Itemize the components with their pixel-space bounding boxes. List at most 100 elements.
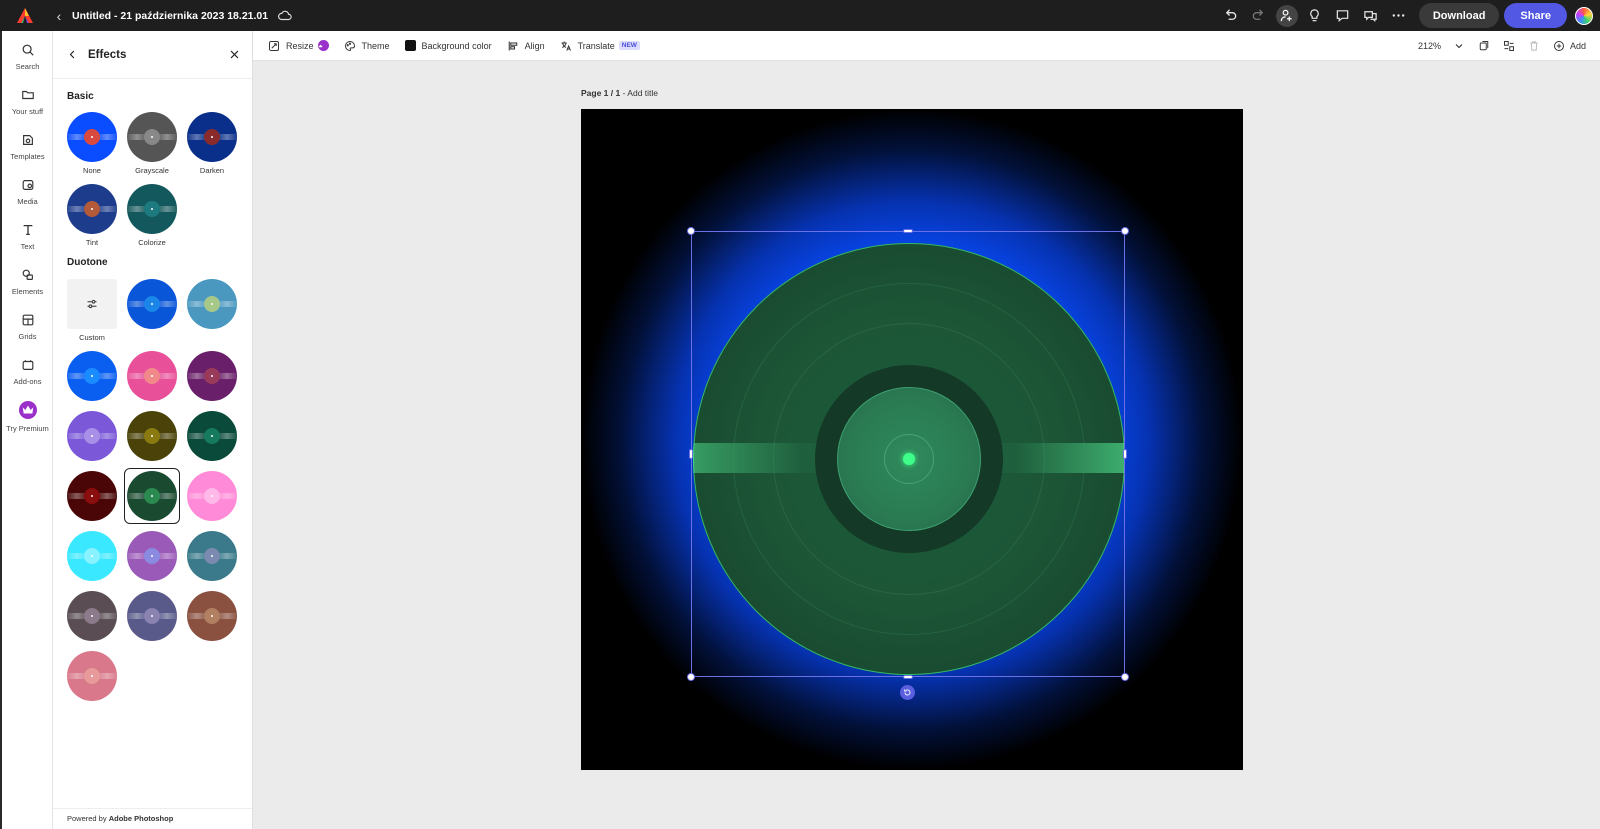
redo-icon[interactable] bbox=[1245, 0, 1273, 31]
resize-icon bbox=[269, 40, 279, 51]
effect-duotone-9[interactable] bbox=[67, 471, 117, 521]
effect-label: Grayscale bbox=[135, 166, 169, 175]
rail-item-search[interactable]: Search bbox=[2, 34, 53, 79]
page-caption[interactable]: Page 1 / 1 - Add title bbox=[581, 88, 658, 98]
effect-preview-disc bbox=[127, 279, 177, 329]
trash-icon[interactable] bbox=[1522, 40, 1547, 52]
rotate-handle[interactable] bbox=[900, 685, 915, 700]
layers-icon[interactable] bbox=[1497, 40, 1522, 52]
resize-handle-top-right[interactable] bbox=[1121, 227, 1129, 235]
resize-label: Resize bbox=[286, 40, 314, 51]
add-button[interactable]: Add bbox=[1547, 40, 1586, 52]
back-arrow-icon[interactable] bbox=[67, 49, 78, 60]
add-title-link[interactable]: - Add title bbox=[620, 88, 658, 98]
effect-none[interactable]: None bbox=[67, 112, 117, 175]
disc-hole bbox=[91, 375, 93, 377]
effect-duotone-8[interactable] bbox=[187, 411, 237, 461]
invite-user-icon[interactable] bbox=[1273, 0, 1301, 31]
review-icon[interactable] bbox=[1357, 0, 1385, 31]
rail-item-try-premium[interactable]: Try Premium bbox=[2, 394, 53, 439]
rail-item-grids[interactable]: Grids bbox=[2, 304, 53, 349]
search-icon bbox=[22, 44, 34, 56]
effect-duotone-18[interactable] bbox=[67, 651, 117, 701]
download-button[interactable]: Download bbox=[1418, 3, 1500, 28]
resize-handle-right[interactable] bbox=[1123, 449, 1127, 459]
translate-button[interactable]: Translate NEW bbox=[560, 31, 640, 61]
effect-duotone-12[interactable] bbox=[67, 531, 117, 581]
theme-button[interactable]: Theme bbox=[344, 31, 390, 61]
undo-icon[interactable] bbox=[1217, 0, 1245, 31]
powered-prefix: Powered by bbox=[67, 814, 109, 823]
effect-duotone-10[interactable] bbox=[124, 468, 180, 524]
effect-duotone-15[interactable] bbox=[67, 591, 117, 641]
rail-item-elements[interactable]: Elements bbox=[2, 259, 53, 304]
resize-button[interactable]: Resize bbox=[268, 31, 329, 61]
rail-item-text[interactable]: Text bbox=[2, 214, 53, 259]
effect-duotone-6[interactable] bbox=[67, 411, 117, 461]
chevron-down-icon[interactable] bbox=[1447, 40, 1472, 52]
more-options-icon[interactable] bbox=[1385, 0, 1413, 31]
back-chevron-icon[interactable]: ‹ bbox=[50, 8, 68, 24]
resize-handle-bottom-right[interactable] bbox=[1121, 673, 1129, 681]
duplicate-icon[interactable] bbox=[1472, 40, 1497, 52]
resize-handle-bottom[interactable] bbox=[903, 675, 913, 679]
effect-duotone-3[interactable] bbox=[67, 351, 117, 401]
disc-hole bbox=[151, 555, 153, 557]
effect-duotone-1[interactable] bbox=[127, 279, 177, 329]
rail-item-templates[interactable]: Templates bbox=[2, 124, 53, 169]
panel-title: Effects bbox=[88, 48, 127, 61]
close-icon[interactable] bbox=[229, 49, 240, 60]
section-title-duotone: Duotone bbox=[67, 257, 108, 268]
adobe-express-logo-icon[interactable] bbox=[0, 0, 50, 31]
effect-duotone-14[interactable] bbox=[187, 531, 237, 581]
premium-crown-icon bbox=[317, 40, 329, 51]
rail-item-media[interactable]: Media bbox=[2, 169, 53, 214]
effect-duotone-13[interactable] bbox=[127, 531, 177, 581]
disc-hole bbox=[211, 615, 213, 617]
effect-duotone-17[interactable] bbox=[187, 591, 237, 641]
align-label: Align bbox=[524, 40, 545, 51]
align-button[interactable]: Align bbox=[507, 31, 545, 61]
disc-hole bbox=[151, 435, 153, 437]
color-swatch bbox=[404, 40, 416, 51]
effect-colorize[interactable]: Colorize bbox=[127, 184, 177, 247]
effect-duotone-4[interactable] bbox=[127, 351, 177, 401]
elements-icon bbox=[22, 269, 33, 280]
effect-duotone-11[interactable] bbox=[187, 471, 237, 521]
sliders-icon bbox=[67, 279, 117, 329]
document-title[interactable]: Untitled - 21 października 2023 18.21.01 bbox=[72, 10, 268, 22]
rail-label: Templates bbox=[10, 151, 45, 161]
effect-duotone-2[interactable] bbox=[187, 279, 237, 329]
theme-label: Theme bbox=[361, 40, 390, 51]
user-avatar[interactable] bbox=[1575, 6, 1593, 25]
background-color-button[interactable]: Background color bbox=[404, 31, 492, 61]
translate-icon bbox=[561, 41, 571, 51]
disc-hole bbox=[151, 208, 153, 210]
effect-preview-disc bbox=[127, 411, 177, 461]
share-button[interactable]: Share bbox=[1504, 3, 1567, 28]
effect-darken[interactable]: Darken bbox=[187, 112, 237, 175]
effect-duotone-7[interactable] bbox=[127, 411, 177, 461]
effect-tint[interactable]: Tint bbox=[67, 184, 117, 247]
resize-handle-top[interactable] bbox=[903, 229, 913, 233]
effect-duotone-16[interactable] bbox=[127, 591, 177, 641]
powered-brand: Adobe Photoshop bbox=[108, 814, 174, 823]
effect-custom[interactable]: Custom bbox=[67, 279, 117, 342]
comment-icon[interactable] bbox=[1329, 0, 1357, 31]
zoom-level[interactable]: 212% bbox=[1418, 41, 1441, 51]
disc-hole bbox=[151, 495, 153, 497]
cloud-sync-icon[interactable] bbox=[278, 8, 294, 24]
left-rail: Search Your stuff Templates Media Text E… bbox=[0, 31, 53, 829]
selection-box bbox=[691, 231, 1125, 677]
rail-item-add-ons[interactable]: Add-ons bbox=[2, 349, 53, 394]
addons-icon bbox=[22, 359, 33, 370]
lightbulb-icon[interactable] bbox=[1301, 0, 1329, 31]
powered-by: Powered by Adobe Photoshop bbox=[67, 814, 173, 823]
effect-duotone-5[interactable] bbox=[187, 351, 237, 401]
rail-item-your-stuff[interactable]: Your stuff bbox=[2, 79, 53, 124]
resize-handle-bottom-left[interactable] bbox=[687, 673, 695, 681]
disc-hole bbox=[91, 435, 93, 437]
resize-handle-left[interactable] bbox=[689, 449, 693, 459]
resize-handle-top-left[interactable] bbox=[687, 227, 695, 235]
effect-grayscale[interactable]: Grayscale bbox=[127, 112, 177, 175]
